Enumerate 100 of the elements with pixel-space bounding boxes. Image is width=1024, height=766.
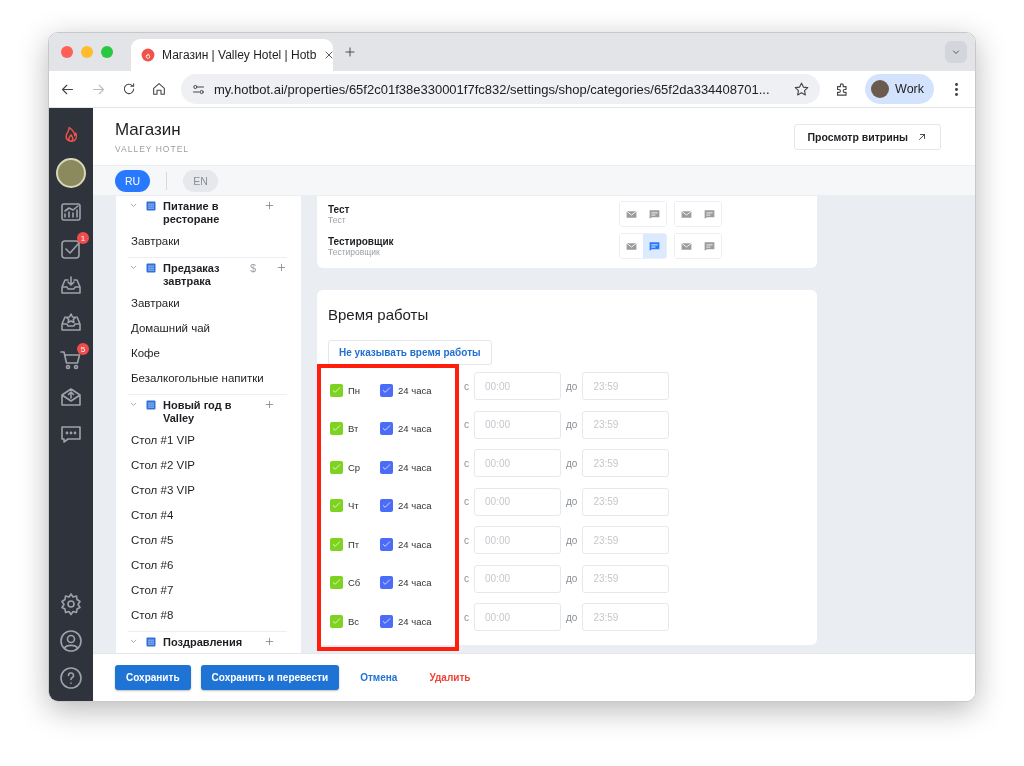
- reload-icon[interactable]: [121, 81, 137, 97]
- day-checkbox[interactable]: [330, 422, 343, 436]
- plus-icon[interactable]: [264, 399, 275, 410]
- all-day-label: 24 часа: [398, 615, 432, 627]
- category-item[interactable]: Стол #6: [128, 552, 287, 577]
- category-name[interactable]: Новый год в Valley: [163, 399, 258, 424]
- chat-icon: [703, 207, 716, 221]
- save-button[interactable]: Сохранить и перевести: [200, 665, 340, 690]
- category-item[interactable]: Стол #1 VIP: [128, 427, 287, 452]
- checkbox-icon[interactable]: [59, 237, 83, 261]
- star-icon[interactable]: [793, 80, 811, 98]
- address-bar[interactable]: my.hotbot.ai/properties/65f2c01f38e330001f7fc832/settings/shop/categories/65f2da334408701...: [181, 74, 821, 104]
- category-item[interactable]: Домашний чай: [128, 315, 287, 340]
- category-item[interactable]: Стол #4: [128, 502, 287, 527]
- grid-icon: [145, 262, 157, 274]
- all-day-checkbox[interactable]: [380, 383, 393, 397]
- from-label: с: [464, 380, 469, 392]
- category-item[interactable]: Завтраки: [128, 290, 287, 315]
- chat-toggle[interactable]: [643, 234, 666, 258]
- notification-badge: 5: [77, 343, 89, 355]
- to-label: до: [566, 573, 578, 585]
- from-label: с: [464, 573, 469, 585]
- from-label: с: [464, 534, 469, 546]
- check-icon: [381, 538, 392, 550]
- flame-icon: [141, 48, 155, 62]
- plus-icon[interactable]: [276, 262, 287, 273]
- day-checkbox[interactable]: [330, 499, 343, 513]
- day-label: Вс: [348, 615, 361, 627]
- all-day-checkbox[interactable]: [380, 499, 393, 513]
- plus-icon[interactable]: [343, 45, 357, 59]
- category-item[interactable]: Завтраки: [128, 228, 287, 253]
- day-label: Сб: [348, 577, 362, 589]
- cancel-link[interactable]: Отмена: [349, 665, 409, 690]
- save-button[interactable]: Сохранить: [115, 665, 191, 690]
- day-checkbox[interactable]: [330, 537, 343, 551]
- grid-icon: [145, 200, 157, 212]
- category-name[interactable]: Питание в ресторане: [163, 200, 258, 225]
- check-icon: [381, 384, 392, 396]
- all-day-checkbox[interactable]: [380, 537, 393, 551]
- chat-icon: [703, 239, 716, 253]
- to-label: до: [566, 611, 578, 623]
- delete-button[interactable]: Удалить: [418, 665, 482, 690]
- category-item[interactable]: Безалкогольные напитки: [128, 365, 287, 390]
- currency-sign: $: [249, 262, 256, 274]
- to-label: до: [566, 496, 578, 508]
- plus-icon[interactable]: [264, 200, 275, 211]
- from-label: с: [464, 419, 469, 431]
- profile-button[interactable]: Work: [865, 74, 934, 104]
- check-icon: [331, 461, 342, 473]
- all-day-label: 24 часа: [398, 423, 432, 435]
- day-label: Вт: [348, 423, 360, 435]
- category-item[interactable]: Кофе: [128, 340, 287, 365]
- staff-role: Тестировщик: [328, 246, 380, 257]
- all-day-checkbox[interactable]: [380, 576, 393, 590]
- cart-icon[interactable]: [59, 348, 83, 372]
- browser-tab[interactable]: Магазин | Valley Hotel | Hotb: [131, 39, 333, 71]
- day-label: Чт: [348, 500, 360, 512]
- category-item[interactable]: Стол #8: [128, 602, 287, 627]
- envelope-icon[interactable]: [59, 385, 83, 409]
- all-day-checkbox[interactable]: [380, 422, 393, 436]
- day-checkbox[interactable]: [330, 576, 343, 590]
- user-icon[interactable]: [59, 629, 83, 653]
- category-item[interactable]: Стол #7: [128, 577, 287, 602]
- all-day-checkbox[interactable]: [380, 614, 393, 628]
- chat-icon: [648, 239, 661, 253]
- chart-icon[interactable]: [59, 200, 83, 224]
- category-item[interactable]: Стол #2 VIP: [128, 452, 287, 477]
- plus-icon[interactable]: [264, 636, 275, 647]
- category-name[interactable]: Поздравления: [163, 636, 258, 649]
- tab-list-button[interactable]: [945, 41, 967, 63]
- language-tab[interactable]: RU: [115, 169, 151, 192]
- category-name[interactable]: Предзаказ завтрака: [163, 262, 244, 287]
- grid-icon: [145, 399, 157, 411]
- day-checkbox[interactable]: [330, 383, 343, 397]
- category-item[interactable]: Стол #5: [128, 527, 287, 552]
- no-hours-button[interactable]: Не указывать время работы: [328, 340, 492, 365]
- from-label: с: [464, 457, 469, 469]
- to-label: до: [566, 419, 578, 431]
- category-item[interactable]: Стол #3 VIP: [128, 477, 287, 502]
- maximize-window-icon[interactable]: [101, 46, 113, 58]
- check-icon: [381, 615, 392, 627]
- day-checkbox[interactable]: [330, 460, 343, 474]
- notification-badge: 1: [77, 232, 89, 244]
- all-day-label: 24 часа: [398, 538, 432, 550]
- to-label: до: [566, 380, 578, 392]
- day-checkbox[interactable]: [330, 614, 343, 628]
- settings-icon[interactable]: [59, 592, 83, 616]
- grid-icon: [145, 636, 157, 648]
- chat-icon: [648, 207, 661, 221]
- hotel-logo-icon[interactable]: [56, 158, 86, 188]
- check-icon: [331, 384, 342, 396]
- all-day-label: 24 часа: [398, 461, 432, 473]
- all-day-checkbox[interactable]: [380, 460, 393, 474]
- help-icon[interactable]: [59, 666, 83, 690]
- url-text: my.hotbot.ai/properties/65f2c01f38e330001f7fc832/settings/shop/categories/65f2da334408701...: [214, 81, 771, 97]
- preview-storefront-button[interactable]: Просмотр витрины: [794, 123, 941, 150]
- all-day-label: 24 часа: [398, 577, 432, 589]
- home-icon[interactable]: [151, 81, 167, 97]
- close-window-icon[interactable]: [61, 46, 73, 58]
- day-label: Пт: [348, 538, 361, 550]
